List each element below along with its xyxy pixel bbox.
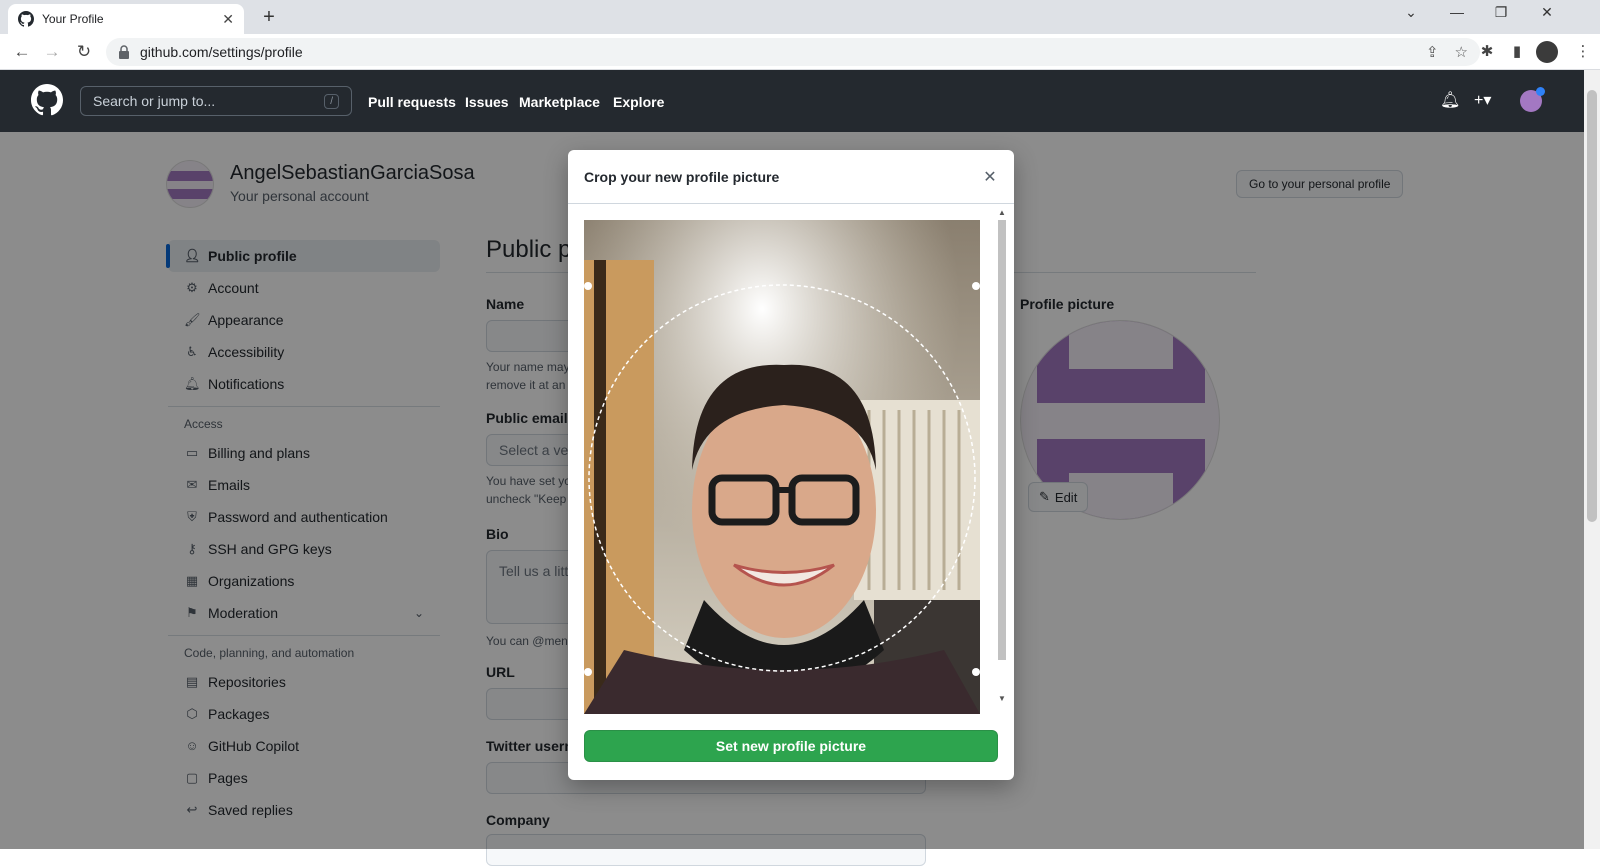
github-header: Search or jump to... / Pull requests Iss… [0,70,1584,132]
scroll-up-icon[interactable]: ▲ [996,208,1008,217]
nav-explore[interactable]: Explore [613,94,664,110]
nav-pull-requests[interactable]: Pull requests [368,94,456,110]
browser-toolbar: ← → ↻ github.com/settings/profile ⇪ ☆ ✱ … [0,34,1600,70]
tab-close-icon[interactable]: ✕ [222,11,234,28]
restore-icon[interactable]: ❐ [1486,4,1516,21]
search-shortcut-key: / [324,93,339,109]
extensions-icon[interactable]: ✱ [1476,42,1498,62]
minimize-icon[interactable]: — [1442,4,1472,20]
side-panel-icon[interactable]: ▮ [1506,42,1528,62]
browser-menu-icon[interactable]: ⋮ [1572,42,1594,62]
page-scrollbar-thumb[interactable] [1587,90,1597,522]
bookmark-star-icon[interactable]: ☆ [1455,43,1468,61]
scroll-down-icon[interactable]: ▼ [996,694,1008,703]
browser-tab-strip: Your Profile ✕ + ⌄ — ❐ ✕ [0,0,1600,34]
dialog-scrollbar-thumb[interactable] [998,220,1006,660]
status-dot [1536,87,1545,96]
nav-marketplace[interactable]: Marketplace [519,94,600,110]
forward-icon[interactable]: → [40,41,64,63]
uploaded-photo [584,220,980,714]
reload-icon[interactable]: ↻ [72,41,96,63]
dialog-title: Crop your new profile picture [584,168,780,185]
lock-icon [119,45,129,59]
tab-search-icon[interactable]: ⌄ [1396,4,1426,21]
window-close-icon[interactable]: ✕ [1532,4,1562,21]
github-logo-icon[interactable] [31,84,63,116]
notifications-bell-icon[interactable]: 🔔︎ [1440,90,1460,110]
page-scrollbar[interactable] [1584,70,1600,849]
dialog-scrollbar[interactable]: ▲ ▼ [996,208,1008,708]
close-icon[interactable]: ✕ [982,167,998,187]
browser-tab[interactable]: Your Profile ✕ [8,4,244,34]
github-favicon-icon [18,11,34,27]
search-placeholder: Search or jump to... [93,93,216,109]
new-tab-icon[interactable]: + [256,6,282,29]
browser-profile-avatar[interactable] [1536,41,1558,63]
crop-image-area[interactable] [584,220,980,714]
address-bar[interactable]: github.com/settings/profile ⇪ ☆ [106,38,1480,66]
user-avatar-menu[interactable] [1520,87,1545,112]
set-new-profile-picture-button[interactable]: Set new profile picture [584,730,998,762]
crop-profile-picture-dialog: Crop your new profile picture ✕ ▲ ▼ Set … [568,150,1014,780]
share-icon[interactable]: ⇪ [1426,43,1439,61]
back-icon[interactable]: ← [10,41,34,63]
create-new-plus-icon[interactable]: +▾ [1474,90,1491,110]
dialog-header: Crop your new profile picture ✕ [568,150,1014,204]
url-text: github.com/settings/profile [140,44,303,60]
nav-issues[interactable]: Issues [465,94,509,110]
browser-tab-title: Your Profile [42,12,104,26]
github-search-input[interactable]: Search or jump to... / [80,86,352,116]
